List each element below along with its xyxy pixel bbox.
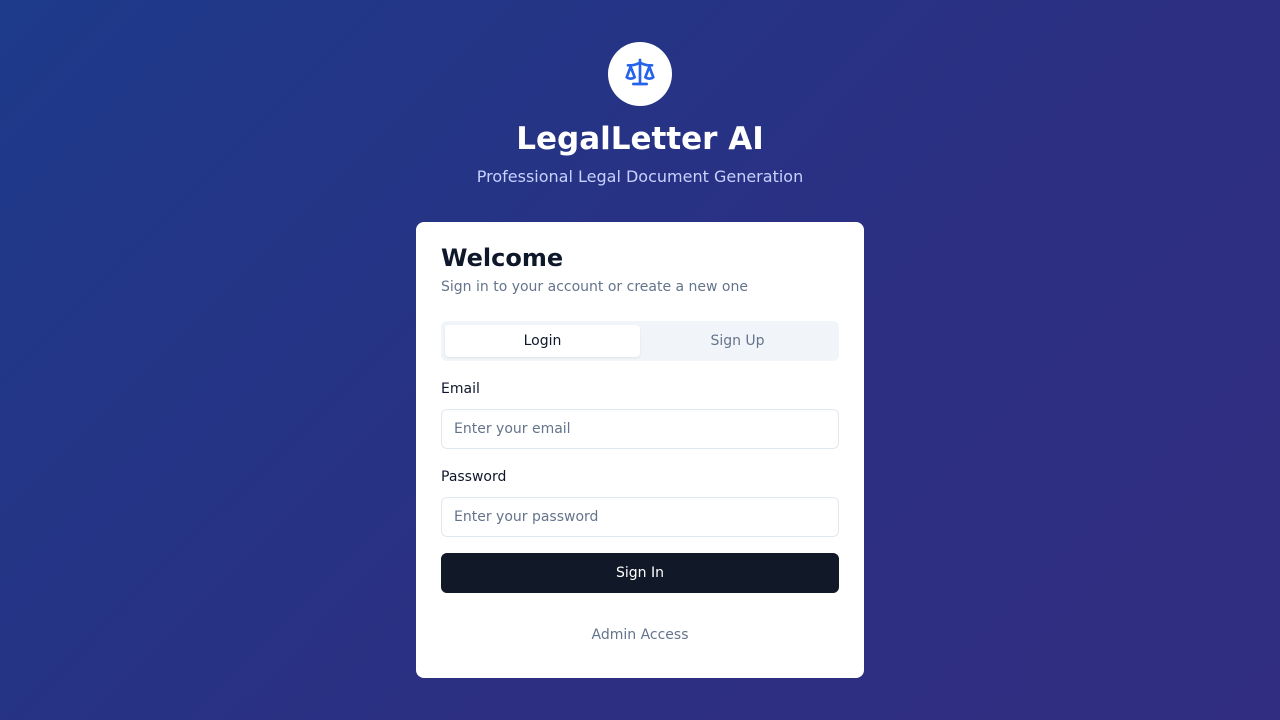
app-title: LegalLetter AI — [516, 121, 764, 157]
email-label: Email — [441, 381, 480, 397]
password-label: Password — [441, 469, 507, 485]
admin-access-link[interactable]: Admin Access — [416, 626, 864, 644]
auth-card: Welcome Sign in to your account or creat… — [416, 222, 864, 678]
card-title: Welcome — [441, 244, 564, 272]
auth-tabs: Login Sign Up — [441, 321, 839, 361]
app-logo — [608, 42, 672, 106]
app-subtitle: Professional Legal Document Generation — [476, 167, 804, 186]
tab-sign-up[interactable]: Sign Up — [640, 325, 835, 357]
card-description: Sign in to your account or create a new … — [441, 279, 748, 295]
password-input[interactable] — [441, 497, 839, 537]
scale-of-justice-icon — [624, 56, 656, 92]
tab-login[interactable]: Login — [445, 325, 640, 357]
email-input[interactable] — [441, 409, 839, 449]
sign-in-button[interactable]: Sign In — [441, 553, 839, 593]
